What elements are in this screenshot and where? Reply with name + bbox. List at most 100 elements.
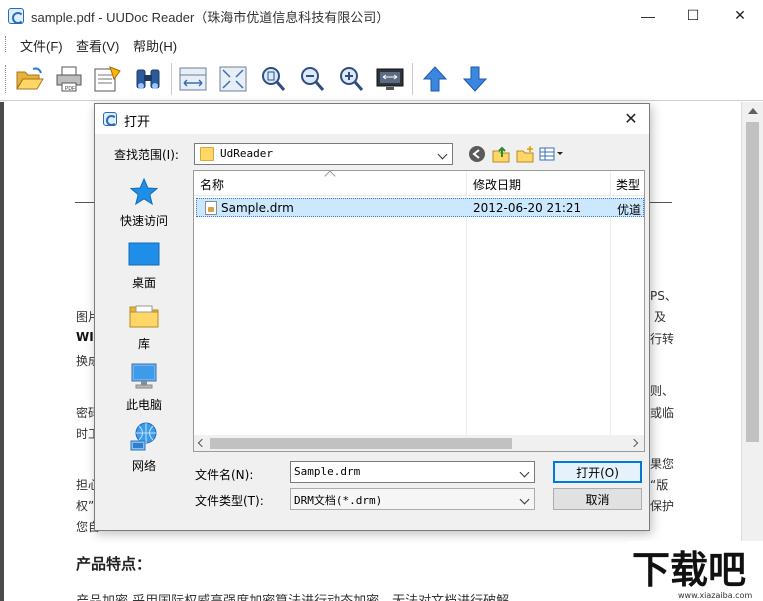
toolbar: PDF: [0, 57, 763, 101]
up-folder-button[interactable]: [491, 144, 511, 164]
vertical-scrollbar[interactable]: [741, 102, 763, 601]
find-button[interactable]: [131, 63, 165, 95]
document-section-heading: 产品特点：: [76, 555, 152, 573]
scroll-left-arrow-icon[interactable]: [197, 438, 207, 448]
file-list[interactable]: 名称 修改日期 类型 Sample.drm 2012-06-20 21:21 优…: [193, 170, 645, 452]
cancel-button[interactable]: 取消: [553, 488, 642, 510]
toolbar-separator: [412, 63, 413, 95]
print-button[interactable]: PDF: [52, 63, 86, 95]
zoom-actual-button[interactable]: [256, 63, 290, 95]
file-list-header: 名称 修改日期 类型: [194, 171, 644, 196]
zoom-in-icon: [340, 67, 364, 91]
place-label: 网络: [131, 459, 156, 473]
document-text-fragment: PS、: [650, 289, 677, 303]
chevron-down-icon: [519, 494, 530, 505]
view-menu-button[interactable]: [539, 144, 565, 164]
folder-icon: [200, 147, 214, 161]
svg-text:www.xiazaiba.com: www.xiazaiba.com: [678, 591, 752, 600]
place-label: 桌面: [131, 276, 156, 290]
chevron-down-icon: [437, 149, 448, 160]
places-bar: 快速访问 桌面 库 此电脑 网络: [111, 170, 173, 473]
filetype-select[interactable]: DRM文档(*.drm): [290, 488, 535, 510]
properties-button[interactable]: [91, 63, 125, 95]
toolbar-separator: [171, 63, 172, 95]
scroll-right-arrow-icon[interactable]: [629, 438, 639, 448]
open-button[interactable]: [13, 63, 47, 95]
open-icon: [16, 67, 44, 90]
svg-text:下载吧: 下载吧: [632, 548, 746, 592]
up-folder-icon: [492, 146, 510, 163]
look-in-combobox[interactable]: UdReader: [194, 143, 453, 165]
scroll-up-arrow-icon[interactable]: [748, 108, 758, 114]
fit-width-button[interactable]: [176, 63, 210, 95]
back-arrow-icon: [469, 146, 485, 162]
file-name-cell: Sample.drm: [221, 201, 294, 215]
next-page-button[interactable]: [458, 63, 492, 95]
close-button[interactable]: ✕: [717, 0, 763, 31]
column-header-type[interactable]: 类型: [616, 176, 640, 193]
filetype-value: DRM文档(*.drm): [294, 494, 383, 507]
dialog-close-button[interactable]: ✕: [619, 107, 643, 131]
dialog-app-icon: [103, 112, 117, 126]
zoom-in-button[interactable]: [334, 63, 368, 95]
app-logo-icon: [8, 8, 24, 24]
chevron-down-icon[interactable]: [519, 467, 530, 478]
new-folder-button[interactable]: [515, 144, 535, 164]
zoom-out-button[interactable]: [295, 63, 329, 95]
network-icon: [130, 422, 157, 451]
document-text-fragment: 果您: [650, 457, 675, 471]
open-button[interactable]: 打开(O): [553, 461, 642, 483]
filename-input[interactable]: Sample.drm: [290, 461, 535, 483]
file-type-cell: 优道: [617, 203, 642, 217]
previous-page-button[interactable]: [418, 63, 452, 95]
menu-help[interactable]: 帮助(H): [133, 36, 177, 55]
filename-label: 文件名(N):: [195, 468, 254, 482]
fit-page-button[interactable]: [216, 63, 250, 95]
horizontal-scrollbar[interactable]: [194, 435, 644, 451]
fullscreen-button[interactable]: [373, 63, 407, 95]
properties-icon: [94, 66, 121, 92]
title-bar: sample.pdf - UUDoc Reader（珠海市优道信息科技有限公司）…: [0, 0, 763, 31]
zoom-actual-icon: [262, 67, 286, 91]
sort-ascending-icon: [324, 171, 336, 182]
file-row[interactable]: Sample.drm 2012-06-20 21:21 优道: [196, 198, 644, 217]
new-folder-icon: [516, 146, 534, 163]
previous-page-icon: [422, 66, 448, 92]
quick-access-icon: [129, 177, 159, 206]
back-button[interactable]: [467, 144, 487, 164]
menu-view[interactable]: 查看(V): [76, 36, 119, 55]
menu-file[interactable]: 文件(F): [20, 36, 63, 55]
window-title: sample.pdf - UUDoc Reader（珠海市优道信息科技有限公司）: [31, 10, 390, 25]
watermark: 下载吧 www.xiazaiba.com: [628, 541, 763, 601]
desktop-icon: [128, 242, 160, 266]
toolbar-grip: [5, 65, 8, 93]
find-icon: [136, 69, 160, 89]
column-header-date[interactable]: 修改日期: [473, 176, 521, 193]
place-desktop[interactable]: 桌面: [111, 238, 177, 291]
this-pc-icon: [131, 363, 157, 389]
library-icon: [129, 305, 159, 328]
menu-grip: [5, 36, 8, 52]
next-page-icon: [462, 66, 488, 92]
place-this-pc[interactable]: 此电脑: [111, 360, 177, 413]
maximize-button[interactable]: ☐: [670, 0, 716, 31]
document-text-fragment: 及: [654, 310, 667, 324]
document-text-fragment: WI: [76, 330, 94, 344]
place-library[interactable]: 库: [111, 299, 177, 352]
place-label: 库: [137, 337, 150, 351]
column-header-name[interactable]: 名称: [200, 176, 224, 193]
document-cut-off-line: 产品加密 采用国际权威高强度加密算法进行动态加密，无法对文档进行破解: [76, 590, 509, 601]
place-label: 此电脑: [125, 398, 162, 412]
watermark-logo: 下载吧 www.xiazaiba.com: [628, 541, 763, 601]
document-text-fragment: “版: [650, 478, 669, 492]
scroll-thumb[interactable]: [210, 438, 512, 449]
document-text-fragment: 或临: [650, 406, 675, 420]
fit-width-icon: [179, 67, 207, 91]
minimize-button[interactable]: —: [625, 0, 671, 31]
place-quick-access[interactable]: 快速访问: [111, 176, 177, 229]
file-date-cell: 2012-06-20 21:21: [473, 201, 582, 215]
place-network[interactable]: 网络: [111, 421, 177, 474]
document-text-fragment: 权”: [76, 499, 95, 513]
scroll-thumb[interactable]: [746, 122, 759, 442]
filename-value: Sample.drm: [294, 465, 361, 478]
